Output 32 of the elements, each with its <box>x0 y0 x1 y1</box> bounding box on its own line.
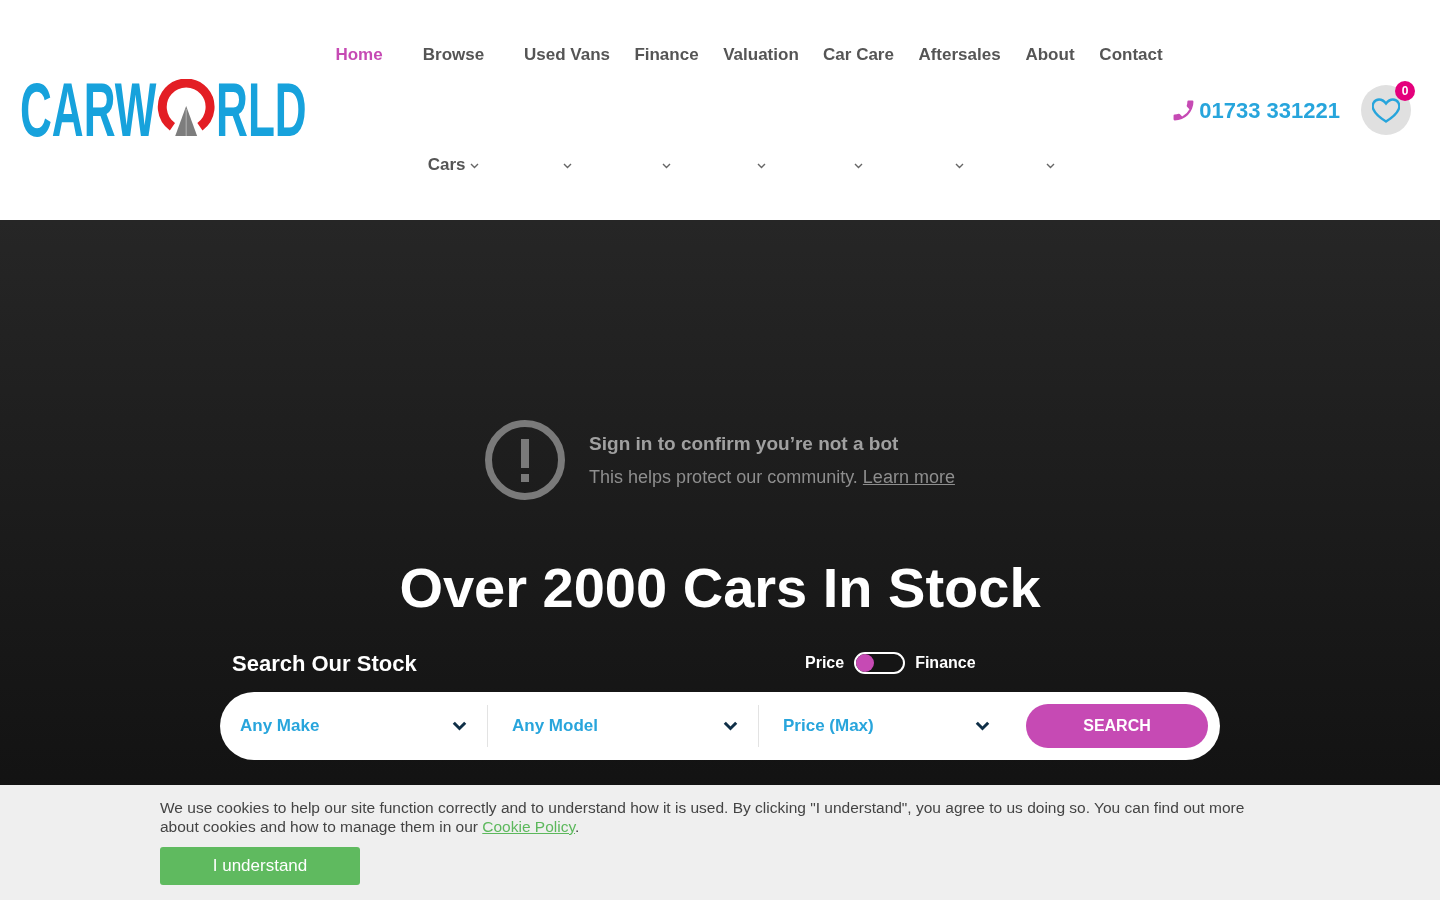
toggle-switch[interactable] <box>854 652 906 674</box>
count-badge: 0 <box>1395 81 1415 101</box>
notice-title: Sign in to confirm you’re not a bot <box>589 432 900 456</box>
dropdown-select[interactable]: Any Make <box>220 692 487 760</box>
nav-link[interactable]: Car Care <box>822 0 895 220</box>
hero-heading: Over 2000 Cars In Stock <box>399 560 1041 616</box>
nav-link[interactable]: Finance <box>633 0 700 220</box>
toggle-label: Price <box>805 653 845 673</box>
search-title: Search Our Stock <box>232 650 417 676</box>
alert-icon <box>485 420 566 500</box>
notice-text: This helps protect our community. Learn more <box>589 466 955 488</box>
nav-link[interactable]: Contact <box>1098 0 1164 220</box>
logo[interactable]: CARW RLD <box>20 72 307 148</box>
chevron-down-icon <box>723 721 738 731</box>
nav-link[interactable]: Aftersales <box>917 0 1002 220</box>
nav-link[interactable]: Home <box>334 0 384 220</box>
dropdown-select[interactable]: Any Model <box>488 692 758 760</box>
cookie-notice-text: We use cookies to help our site function correctly and to understand how it is used. By clicking "I understand", you agree to us doing so. You can find out more about cookies and how to manage them in our Cookie Policy. <box>160 798 1246 836</box>
chevron-down-icon <box>975 721 990 731</box>
toggle-label: Finance <box>915 653 976 673</box>
nav-link[interactable]: Used Vans <box>523 0 611 220</box>
nav-link[interactable]: Valuation <box>722 0 800 220</box>
accept-cookies-button[interactable]: I understand <box>160 847 360 885</box>
nav-link[interactable]: About <box>1024 0 1076 220</box>
search-button[interactable]: SEARCH <box>1026 704 1208 748</box>
learn-more-link[interactable]: Learn more <box>862 467 955 487</box>
heart-icon <box>1372 97 1400 123</box>
phone-link[interactable]: 01733 331221 <box>1173 93 1340 127</box>
dropdown-select[interactable]: Price (Max) <box>759 692 1010 760</box>
phone-icon <box>1173 99 1195 121</box>
chevron-down-icon <box>452 721 467 731</box>
nav-link[interactable]: Browse Cars <box>406 0 501 220</box>
